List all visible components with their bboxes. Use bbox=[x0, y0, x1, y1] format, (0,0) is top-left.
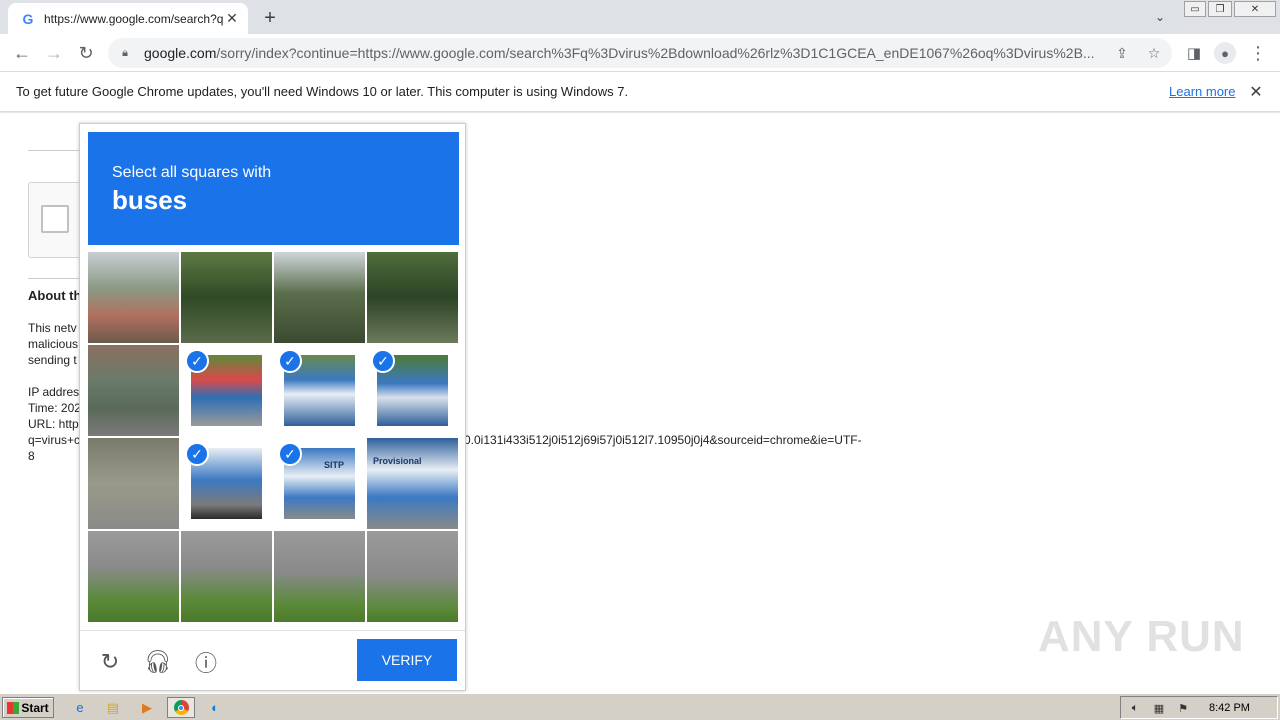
reload-icon[interactable]: ↻ bbox=[74, 41, 98, 65]
share-icon[interactable]: ⇪ bbox=[1112, 43, 1132, 63]
close-window-button[interactable]: ✕ bbox=[1234, 1, 1276, 17]
browser-toolbar: ← → ↻ 🔒︎ google.com/sorry/index?continue… bbox=[0, 34, 1280, 72]
captcha-footer: ↻ 🎧︎ ⓘ VERIFY bbox=[80, 630, 465, 690]
tab-title: https://www.google.com/search?q= bbox=[44, 11, 224, 26]
captcha-tile[interactable] bbox=[88, 252, 179, 343]
captcha-tile[interactable] bbox=[88, 345, 179, 436]
tile-image bbox=[274, 252, 365, 343]
speaker-icon[interactable]: 🔈︎ bbox=[1127, 700, 1143, 716]
tile-image bbox=[274, 531, 365, 622]
audio-challenge-icon[interactable]: 🎧︎ bbox=[144, 648, 172, 676]
address-bar[interactable]: 🔒︎ google.com/sorry/index?continue=https… bbox=[108, 38, 1172, 68]
time-line: Time: 202 bbox=[28, 401, 81, 415]
screen: G https://www.google.com/search?q= ✕ + ⌄… bbox=[0, 0, 1280, 720]
captcha-tile[interactable] bbox=[181, 531, 272, 622]
page-text-line: This netv bbox=[28, 321, 77, 335]
tab-search-icon[interactable]: ⌄ bbox=[1150, 8, 1170, 26]
start-button[interactable]: Start bbox=[2, 697, 54, 718]
system-tray: 🔈︎ ▦ ⚑ 8:42 PM bbox=[1120, 696, 1278, 719]
bus-logo-text: SITP bbox=[324, 460, 345, 470]
infobar-close-icon[interactable]: ✕ bbox=[1246, 82, 1266, 102]
clock[interactable]: 8:42 PM bbox=[1209, 702, 1250, 714]
captcha-tile[interactable] bbox=[274, 531, 365, 622]
internet-explorer-icon[interactable]: e bbox=[69, 697, 91, 718]
tile-image bbox=[88, 438, 179, 529]
browser-tab[interactable]: G https://www.google.com/search?q= ✕ bbox=[8, 3, 248, 34]
verify-button[interactable]: VERIFY bbox=[357, 639, 457, 681]
captcha-tile[interactable]: ✓ bbox=[181, 345, 272, 436]
selected-check-icon: ✓ bbox=[278, 349, 302, 373]
tile-image bbox=[88, 345, 179, 436]
tile-image bbox=[367, 438, 458, 529]
forward-icon[interactable]: → bbox=[42, 41, 66, 65]
url-query-tail: 0.0i131i433i512j0i512j69i57j0i512l7.1095… bbox=[464, 433, 862, 447]
action-center-flag-icon[interactable]: ⚑ bbox=[1175, 700, 1191, 716]
url-line: URL: http bbox=[28, 417, 79, 431]
tab-close-icon[interactable]: ✕ bbox=[224, 10, 240, 27]
captcha-tile[interactable] bbox=[367, 252, 458, 343]
explorer-folder-icon[interactable]: ▤ bbox=[102, 697, 124, 718]
tile-image bbox=[88, 531, 179, 622]
edge-icon[interactable]: ◐ bbox=[204, 697, 226, 718]
reload-challenge-icon[interactable]: ↻ bbox=[96, 648, 124, 676]
recaptcha-checkbox[interactable] bbox=[41, 205, 69, 233]
selected-check-icon: ✓ bbox=[185, 349, 209, 373]
divider bbox=[28, 150, 80, 151]
update-infobar: To get future Google Chrome updates, you… bbox=[0, 72, 1280, 112]
menu-icon[interactable]: ⋮ bbox=[1246, 41, 1270, 65]
windows-logo-icon bbox=[7, 701, 20, 714]
url-query-line: q=virus+c bbox=[28, 433, 81, 447]
tile-image bbox=[181, 252, 272, 343]
page-text-line: sending t bbox=[28, 353, 77, 367]
captcha-image-grid: ✓ ✓ ✓ ✓ ✓ SITP Provisional bbox=[88, 252, 460, 624]
infobar-message: To get future Google Chrome updates, you… bbox=[16, 84, 629, 99]
url-query-end: 8 bbox=[28, 449, 35, 463]
selected-check-icon: ✓ bbox=[185, 442, 209, 466]
captcha-tile[interactable]: ✓ bbox=[367, 345, 458, 436]
captcha-tile[interactable]: Provisional bbox=[367, 438, 458, 529]
star-icon[interactable]: ☆ bbox=[1144, 43, 1164, 63]
captcha-challenge: Select all squares with buses ✓ ✓ ✓ ✓ ✓ SITP P… bbox=[79, 123, 466, 691]
captcha-tile[interactable] bbox=[88, 438, 179, 529]
bus-sign-text: Provisional bbox=[373, 456, 422, 466]
captcha-tile[interactable] bbox=[88, 531, 179, 622]
page-text-line: malicious bbox=[28, 337, 79, 351]
learn-more-link[interactable]: Learn more bbox=[1169, 84, 1235, 99]
captcha-instruction: Select all squares with bbox=[112, 164, 272, 181]
back-icon[interactable]: ← bbox=[10, 41, 34, 65]
media-player-icon[interactable]: ▶ bbox=[136, 697, 158, 718]
tile-image bbox=[88, 252, 179, 343]
captcha-tile[interactable]: ✓ bbox=[181, 438, 272, 529]
captcha-tile[interactable]: ✓ bbox=[274, 345, 365, 436]
new-tab-button[interactable]: + bbox=[258, 6, 282, 30]
restore-button[interactable]: ❐ bbox=[1208, 1, 1232, 17]
divider bbox=[28, 278, 80, 279]
ip-address-line: IP addres bbox=[28, 385, 80, 399]
minimize-button[interactable]: ▭ bbox=[1184, 1, 1206, 17]
chrome-taskbar-icon[interactable] bbox=[167, 697, 195, 718]
captcha-tile[interactable] bbox=[274, 252, 365, 343]
side-panel-icon[interactable]: ◨ bbox=[1182, 41, 1206, 65]
anyrun-watermark: ANY RUN bbox=[1038, 612, 1245, 661]
captcha-target-object: buses bbox=[112, 185, 188, 215]
tile-image bbox=[367, 252, 458, 343]
windows-taskbar: Start e ▤ ▶ ◐ 🔈︎ ▦ ⚑ 8:42 PM bbox=[0, 693, 1280, 720]
tab-strip: G https://www.google.com/search?q= ✕ + ⌄… bbox=[0, 0, 1280, 34]
network-icon[interactable]: ▦ bbox=[1151, 700, 1167, 716]
url-text: google.com/sorry/index?continue=https://… bbox=[144, 45, 1095, 61]
google-favicon-icon: G bbox=[22, 10, 34, 27]
tile-image bbox=[367, 531, 458, 622]
captcha-tile[interactable]: ✓ SITP bbox=[274, 438, 365, 529]
captcha-tile[interactable] bbox=[181, 252, 272, 343]
captcha-tile[interactable] bbox=[367, 531, 458, 622]
selected-check-icon: ✓ bbox=[371, 349, 395, 373]
captcha-header: Select all squares with buses bbox=[88, 132, 459, 245]
about-heading: About th bbox=[28, 288, 82, 303]
tile-image bbox=[181, 531, 272, 622]
selected-check-icon: ✓ bbox=[278, 442, 302, 466]
profile-icon[interactable]: ● bbox=[1213, 41, 1237, 65]
help-icon[interactable]: ⓘ bbox=[192, 648, 220, 676]
lock-icon[interactable]: 🔒︎ bbox=[118, 46, 132, 60]
